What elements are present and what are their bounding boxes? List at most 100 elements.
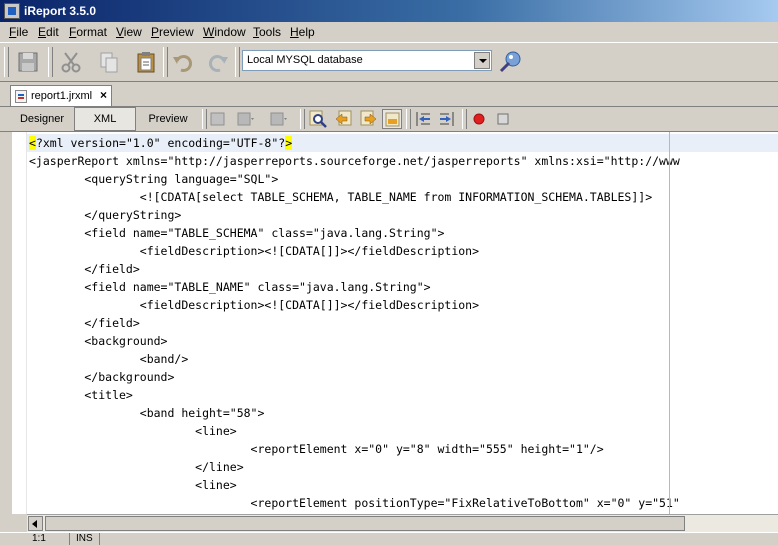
app-icon (4, 3, 20, 19)
menu-preview[interactable]: Preview (151, 25, 194, 39)
code-line: <reportElement positionType="FixRelative… (29, 496, 680, 510)
datasource-select[interactable]: Local MYSQL database (242, 50, 492, 71)
find-next-icon (360, 110, 377, 126)
toolbar-separator (202, 109, 207, 129)
window-title: iReport 3.5.0 (24, 4, 97, 18)
toolbar-separator (300, 109, 305, 129)
insert-element-button[interactable] (235, 109, 255, 129)
menu-file[interactable]: File (9, 25, 28, 39)
copy-button[interactable] (96, 49, 122, 75)
redo-icon (208, 54, 228, 72)
find-previous-icon (335, 110, 352, 126)
element-icon (237, 112, 254, 126)
menu-window[interactable]: Window (203, 25, 246, 39)
shift-left-button[interactable] (413, 109, 433, 129)
code-line: <field name="TABLE_NAME" class="java.lan… (29, 280, 431, 294)
code-line: </queryString> (29, 208, 182, 222)
title-bar[interactable]: iReport 3.5.0 (0, 0, 778, 22)
toolbar-separator (462, 109, 467, 129)
datasource-value: Local MYSQL database (247, 54, 363, 66)
code-line: <fieldDescription><![CDATA[]]></fieldDes… (29, 244, 480, 258)
jrxml-file-icon (15, 90, 27, 103)
code-line: <band/> (29, 352, 189, 366)
toolbar-separator (163, 47, 168, 77)
toolbar-separator (406, 109, 411, 129)
report-query-button[interactable] (208, 109, 228, 129)
shift-right-icon (440, 112, 454, 126)
shift-left-icon (416, 112, 430, 126)
redo-button[interactable] (205, 49, 231, 75)
band-icon (270, 112, 287, 126)
menu-bar: File Edit Format View Preview Window Too… (0, 22, 778, 43)
code-line: <background> (29, 334, 168, 348)
tab-designer[interactable]: Designer (10, 107, 74, 131)
cursor-position: 1:1 (26, 533, 70, 545)
code-line: <jasperReport xmlns="http://jasperreport… (29, 154, 680, 168)
undo-icon (173, 54, 193, 72)
clipboard-icon (137, 52, 155, 73)
xml-editor[interactable]: <?xml version="1.0" encoding="UTF-8"?> <j… (12, 132, 778, 514)
tab-report1[interactable]: report1.jrxml × (10, 85, 112, 106)
insert-band-button[interactable] (268, 109, 288, 129)
menu-edit[interactable]: Edit (38, 25, 59, 39)
save-icon (18, 52, 38, 72)
code-line: <?xml version="1.0" encoding="UTF-8"?> (29, 136, 293, 150)
toggle-highlight-button[interactable] (382, 109, 402, 129)
toolbar-grip[interactable] (4, 47, 9, 77)
scroll-thumb[interactable] (45, 516, 685, 531)
paste-button[interactable] (133, 49, 159, 75)
code-lines: <?xml version="1.0" encoding="UTF-8"?> <j… (29, 134, 680, 512)
undo-button[interactable] (170, 49, 196, 75)
view-toolbar: Designer XML Preview (0, 107, 778, 132)
chevron-down-icon[interactable] (474, 52, 490, 69)
code-line: <title> (29, 388, 133, 402)
find-button[interactable] (308, 109, 328, 129)
scroll-left-icon[interactable] (28, 516, 43, 531)
tab-preview[interactable]: Preview (136, 107, 200, 131)
datasource-icon (499, 51, 521, 73)
copy-icon (100, 52, 118, 73)
matched-bracket: < (29, 136, 36, 150)
status-bar: 1:1 INS (0, 532, 778, 545)
horizontal-scrollbar[interactable] (27, 514, 778, 532)
code-line: </field> (29, 316, 140, 330)
save-button[interactable] (15, 49, 41, 75)
stop-macro-button[interactable] (493, 109, 513, 129)
highlight-icon (385, 112, 400, 127)
tab-xml[interactable]: XML (74, 107, 136, 131)
menu-help[interactable]: Help (290, 25, 315, 39)
record-icon (473, 113, 485, 125)
menu-format[interactable]: Format (69, 25, 107, 39)
scissors-icon (61, 52, 81, 73)
start-macro-button[interactable] (469, 109, 489, 129)
shift-right-button[interactable] (437, 109, 457, 129)
toolbar-separator (235, 47, 240, 77)
datasource-wizard-button[interactable] (497, 49, 523, 75)
find-previous-button[interactable] (334, 109, 354, 129)
code-line: <field name="TABLE_SCHEMA" class="java.l… (29, 226, 445, 240)
document-tabstrip: report1.jrxml × (0, 82, 778, 107)
code-line: <fieldDescription><![CDATA[]]></fieldDes… (29, 298, 480, 312)
tab-label: report1.jrxml (31, 90, 93, 102)
matched-bracket: > (285, 136, 293, 150)
close-icon[interactable]: × (100, 88, 107, 102)
right-margin-line (669, 132, 670, 514)
code-line: <line> (29, 478, 237, 492)
left-strip (0, 132, 12, 532)
menu-tools[interactable]: Tools (253, 25, 281, 39)
code-line: <line> (29, 424, 237, 438)
code-line: <queryString language="SQL"> (29, 172, 279, 186)
code-line: <band height="58"> (29, 406, 265, 420)
cut-button[interactable] (58, 49, 84, 75)
toolbar-separator (48, 47, 53, 77)
search-icon (309, 110, 327, 128)
code-line: <![CDATA[select TABLE_SCHEMA, TABLE_NAME… (29, 190, 653, 204)
code-line: </background> (29, 370, 175, 384)
menu-view[interactable]: View (116, 25, 142, 39)
stop-icon (497, 113, 509, 125)
find-next-button[interactable] (358, 109, 378, 129)
code-area[interactable]: <?xml version="1.0" encoding="UTF-8"?> <j… (12, 132, 778, 514)
query-icon (210, 112, 225, 126)
insert-mode: INS (70, 533, 100, 545)
code-line: <reportElement x="0" y="8" width="555" h… (29, 442, 604, 456)
